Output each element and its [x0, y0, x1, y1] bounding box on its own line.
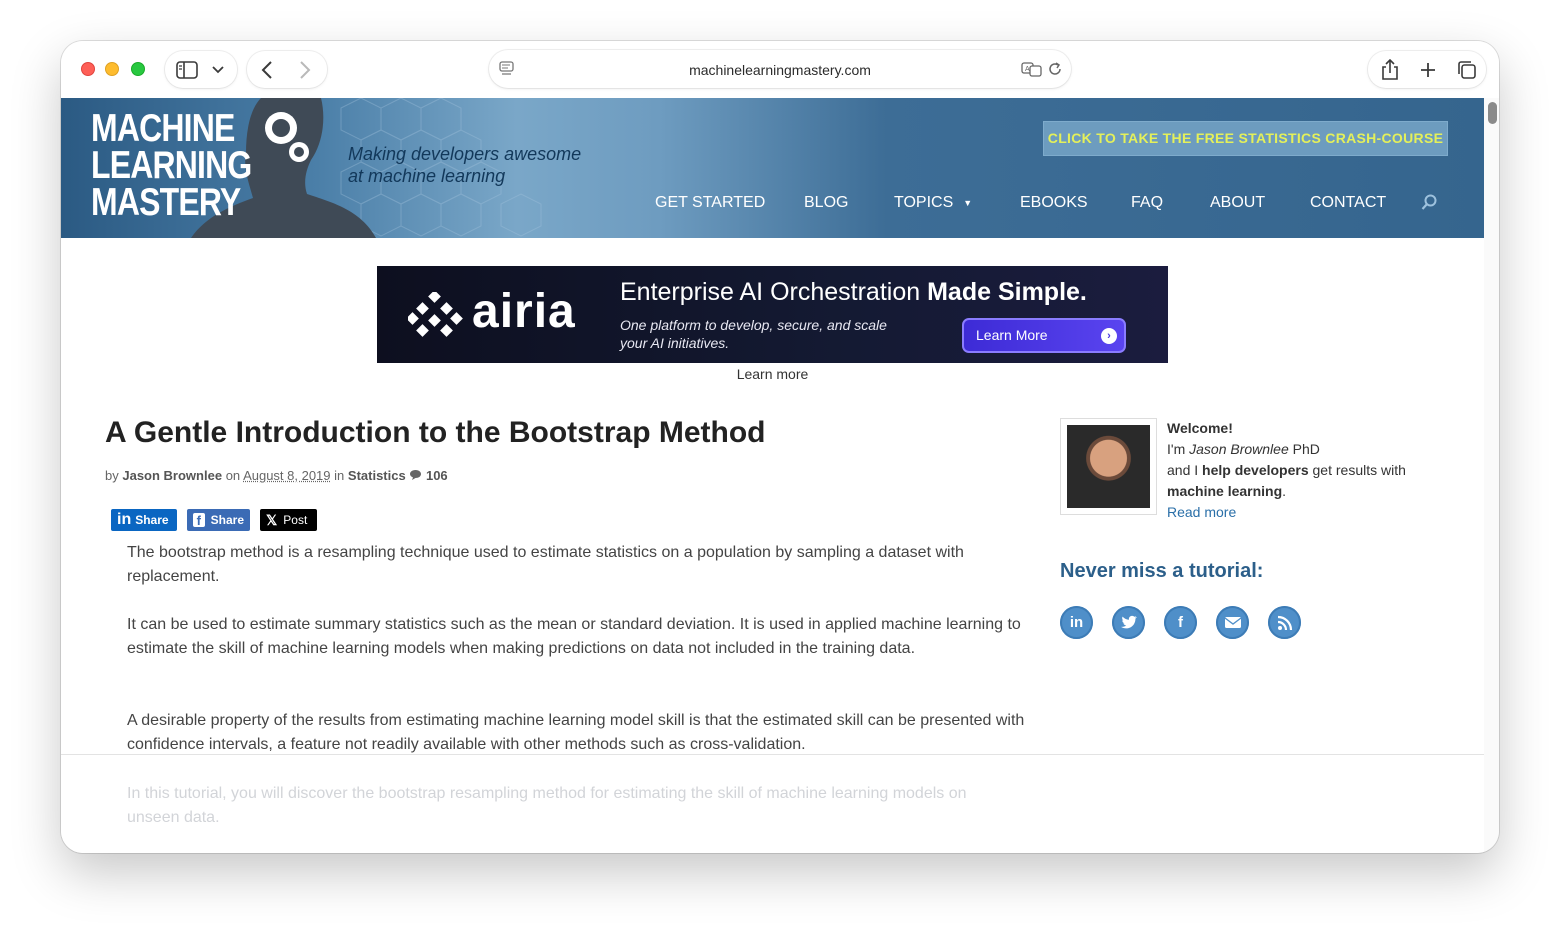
article-paragraph: It can be used to estimate summary stati…	[127, 616, 1021, 657]
article-paragraph: A desirable property of the results from…	[127, 712, 1025, 753]
ad-learn-more-link[interactable]: Learn more	[377, 366, 1168, 382]
x-logo-icon: 𝕏	[266, 511, 278, 528]
crash-course-cta-button[interactable]: CLICK TO TAKE THE FREE STATISTICS CRASH-…	[1043, 121, 1448, 156]
arrow-right-icon: ›	[1101, 328, 1117, 344]
chevron-down-icon[interactable]	[212, 65, 224, 74]
category-link[interactable]: Statistics	[348, 468, 406, 483]
meta-on-label: on	[225, 468, 241, 483]
caret-down-icon: ▼	[963, 197, 973, 208]
new-tab-icon[interactable]	[1420, 62, 1436, 78]
page-viewport: MACHINE LEARNING MASTERY Making develope…	[61, 98, 1484, 853]
browser-window: machinelearningmastery.com A MACHINE LEA…	[61, 41, 1499, 853]
history-nav-group	[247, 51, 327, 88]
logo-line: MASTERY	[91, 181, 241, 224]
ad-button-label: Learn More	[976, 327, 1048, 343]
ad-subtext: One platform to develop, secure, and sca…	[620, 316, 887, 352]
nav-contact[interactable]: CONTACT	[1310, 194, 1386, 212]
avatar	[1067, 425, 1150, 508]
close-window-button[interactable]	[81, 62, 95, 76]
x-post-button[interactable]: 𝕏 Post	[260, 509, 317, 531]
ad-headline-bold: Made Simple.	[927, 278, 1087, 306]
ad-headline-regular: Enterprise AI Orchestration	[620, 278, 928, 306]
article-paragraph: In this tutorial, you will discover the …	[127, 785, 967, 826]
facebook-share-button[interactable]: f Share	[187, 509, 250, 531]
nav-topics-label: TOPICS	[894, 194, 954, 211]
email-icon[interactable]	[1216, 606, 1249, 639]
article-meta: by Jason Brownlee on August 8, 2019 in S…	[105, 468, 448, 484]
nav-get-started[interactable]: GET STARTED	[655, 194, 765, 212]
linkedin-icon[interactable]: in	[1060, 606, 1093, 639]
author-name: Jason Brownlee	[1189, 441, 1289, 457]
welcome-bold: machine learning	[1167, 483, 1283, 499]
logo-line: LEARNING	[91, 144, 252, 187]
nav-faq[interactable]: FAQ	[1131, 194, 1163, 212]
site-logo[interactable]: MACHINE LEARNING MASTERY	[91, 107, 252, 224]
meta-in-label: in	[334, 468, 345, 483]
address-bar[interactable]: machinelearningmastery.com A	[489, 50, 1071, 88]
never-miss-heading: Never miss a tutorial:	[1060, 560, 1264, 582]
share-label: Share	[210, 513, 244, 527]
window-actions-group	[1368, 51, 1486, 88]
read-more-link[interactable]: Read more	[1167, 504, 1236, 520]
divider	[61, 754, 1484, 755]
welcome-text: I'm	[1167, 441, 1190, 457]
welcome-text: and I	[1167, 462, 1203, 478]
sidebar-icon[interactable]	[176, 60, 198, 79]
airia-logo-icon	[408, 292, 463, 337]
nav-topics[interactable]: TOPICS ▼	[894, 194, 972, 212]
forward-icon[interactable]	[299, 60, 311, 79]
welcome-text: get results with	[1308, 462, 1406, 478]
svg-text:A: A	[1025, 66, 1030, 73]
nav-ebooks[interactable]: EBOOKS	[1020, 194, 1088, 212]
reload-icon[interactable]	[1047, 61, 1063, 77]
facebook-icon[interactable]: f	[1164, 606, 1197, 639]
comment-count[interactable]: 106	[426, 468, 448, 483]
tagline-line: at machine learning	[348, 166, 506, 186]
comment-icon	[409, 469, 422, 484]
publish-date: August 8, 2019	[243, 468, 331, 483]
site-header: MACHINE LEARNING MASTERY Making develope…	[61, 98, 1484, 238]
back-icon[interactable]	[261, 60, 273, 79]
welcome-bold: help developers	[1202, 462, 1309, 478]
ad-brand-name: airia	[472, 285, 576, 338]
url-text: machinelearningmastery.com	[689, 62, 871, 78]
welcome-text: PhD	[1288, 441, 1320, 457]
ad-subtext-line: One platform to develop, secure, and sca…	[620, 317, 887, 333]
search-icon[interactable]	[1421, 194, 1437, 216]
advertisement-banner[interactable]: airia Enterprise AI Orchestration Made S…	[377, 266, 1168, 363]
translate-icon[interactable]: A	[1021, 61, 1043, 77]
minimize-window-button[interactable]	[105, 62, 119, 76]
zoom-window-button[interactable]	[131, 62, 145, 76]
tagline-line: Making developers awesome	[348, 144, 582, 164]
welcome-text: .	[1282, 483, 1287, 499]
twitter-icon[interactable]	[1112, 606, 1145, 639]
rss-icon[interactable]	[1268, 606, 1301, 639]
share-icon[interactable]	[1381, 58, 1399, 81]
ad-learn-more-button[interactable]: Learn More ›	[962, 318, 1126, 353]
article-title: A Gentle Introduction to the Bootstrap M…	[105, 416, 766, 449]
post-label: Post	[283, 513, 308, 527]
site-tagline: Making developers awesome at machine lea…	[348, 143, 581, 187]
ad-subtext-line: your AI initiatives.	[620, 335, 730, 351]
linkedin-share-button[interactable]: in Share	[111, 509, 177, 531]
tab-overview-icon[interactable]	[1457, 60, 1477, 80]
sidebar-toggle-group	[165, 51, 237, 88]
vertical-scrollbar[interactable]	[1484, 98, 1499, 853]
logo-line: MACHINE	[91, 107, 235, 150]
nav-blog[interactable]: BLOG	[804, 194, 848, 212]
scrollbar-thumb[interactable]	[1488, 102, 1497, 124]
welcome-heading: Welcome!	[1167, 420, 1233, 436]
nav-about[interactable]: ABOUT	[1210, 194, 1265, 212]
ad-headline: Enterprise AI Orchestration Made Simple.	[620, 278, 1087, 307]
welcome-box: Welcome! I'm Jason Brownlee PhD and I he…	[1167, 418, 1406, 523]
article-paragraph: The bootstrap method is a resampling tec…	[127, 544, 964, 585]
share-label: Share	[135, 513, 169, 527]
browser-toolbar: machinelearningmastery.com A	[61, 41, 1499, 98]
meta-by-label: by	[105, 468, 119, 483]
author-photo	[1060, 418, 1157, 515]
author-link[interactable]: Jason Brownlee	[122, 468, 222, 483]
facebook-icon: f	[193, 513, 205, 528]
linkedin-icon: in	[117, 511, 132, 528]
